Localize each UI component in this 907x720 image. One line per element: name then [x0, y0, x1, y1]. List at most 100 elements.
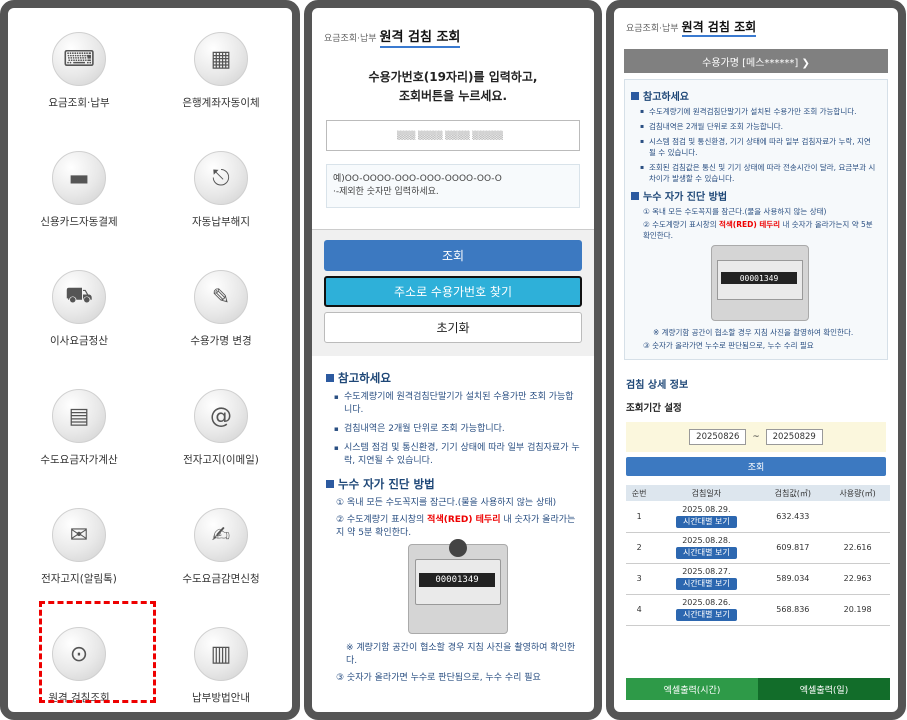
table-row: 4 2025.08.26. 시간대별 보기 568.836 20.198	[626, 594, 890, 626]
find-by-address-button[interactable]: 주소로 수용가번호 찾기	[324, 276, 582, 307]
menu-label: 은행계좌자동이체	[182, 97, 260, 109]
menu-item-self-calc[interactable]: ▤ 수도요금자가계산	[8, 381, 150, 500]
leak-step-1: ① 옥내 모든 수도꼭지를 잠근다.(물을 사용하지 않는 상태)	[336, 498, 557, 508]
leak-step-1: ① 옥내 모든 수도꼭지를 잠근다.(물을 사용하지 않는 상태)	[643, 207, 827, 216]
customer-number-input[interactable]: ▒▒▒ ▒▒▒▒ ▒▒▒▒ ▒▒▒▒▒	[326, 120, 580, 151]
inquiry-panel: 요금조회·납부 원격 검침 조회 수용가번호(19자리)를 입력하고, 조회버튼…	[304, 0, 602, 720]
reading-date: 2025.08.26.	[682, 598, 731, 607]
note-item: 검침내역은 2개월 단위로 조회 가능합니다.	[334, 423, 580, 436]
notes-title: 참고하세요	[631, 88, 877, 103]
usage-value: 22.963	[825, 563, 890, 595]
usage-value	[825, 501, 890, 533]
table-header-row: 순번 검침일자 검침값(㎥) 사용량(㎥)	[626, 485, 890, 501]
menu-label: 전자고지(알림톡)	[41, 573, 117, 585]
column-header: 검침일자	[652, 485, 761, 501]
menu-label: 납부방법안내	[192, 692, 250, 704]
truck-icon: ⛟	[52, 270, 106, 324]
example-box: 예)OO-OOOO-OOO-OOO-OOOO-OO-O ·-제외한 숫자만 입력…	[326, 164, 580, 208]
menu-panel: ⌨ 요금조회·납부 ▦ 은행계좌자동이체 ▬ 신용카드자동결제 ⎋ 자동납부해지 ⛟ 이사…	[0, 0, 300, 720]
customer-name-dropdown[interactable]: 수용가명 [메스******] ❯	[624, 49, 888, 73]
date-from-input[interactable]: 20250826	[689, 429, 747, 445]
notes-title: 참고하세요	[326, 370, 580, 386]
book-icon: ▥	[194, 627, 248, 681]
hourly-view-button[interactable]: 시간대별 보기	[676, 609, 737, 621]
menu-label: 이사요금정산	[50, 335, 108, 347]
date-to-input[interactable]: 20250829	[765, 429, 823, 445]
menu-item-moving-settlement[interactable]: ⛟ 이사요금정산	[8, 262, 150, 381]
page-title: 원격 검침 조회	[379, 26, 461, 48]
instruction-line: 수용가번호(19자리)를 입력하고,	[368, 70, 538, 84]
step-text: ② 수도계량기 표시창의	[336, 515, 428, 525]
leak-note: ※ 계량기함 공간이 협소할 경우 지침 사진을 촬영하여 확인한다.	[346, 643, 576, 666]
reading-value: 568.836	[760, 594, 826, 626]
meter-knob	[449, 539, 467, 557]
reading-date: 2025.08.29.	[682, 504, 731, 514]
menu-item-reduction-apply[interactable]: ✍ 수도요금감면신청	[150, 500, 292, 619]
reading-table: 순번 검침일자 검침값(㎥) 사용량(㎥) 1 2025.08.29. 시간대별 …	[626, 485, 890, 626]
menu-item-name-change[interactable]: ✎ 수용가명 변경	[150, 262, 292, 381]
date-separator: ~	[752, 432, 760, 442]
breadcrumb[interactable]: 요금조회·납부	[626, 21, 679, 34]
keyboard-icon: ⌨	[52, 32, 106, 86]
page-header: 요금조회·납부 원격 검침 조회	[312, 8, 594, 54]
leak-step-2: ② 수도계량기 표시창의 적색(RED) 테두리 내 숫자가 올라가는지 약 5…	[336, 514, 580, 540]
column-header: 검침값(㎥)	[760, 485, 826, 501]
hourly-view-button[interactable]: 시간대별 보기	[676, 515, 737, 528]
example-hint: ·-제외한 숫자만 입력하세요.	[333, 187, 439, 197]
usage-value: 20.198	[825, 594, 890, 626]
instruction-line: 조회버튼을 누르세요.	[398, 89, 508, 103]
menu-item-card-autopay[interactable]: ▬ 신용카드자동결제	[8, 143, 150, 262]
reading-date: 2025.08.28.	[682, 536, 731, 545]
row-number: 4	[626, 594, 653, 626]
talk-icon: ✉	[52, 508, 106, 562]
instruction: 수용가번호(19자리)를 입력하고, 조회버튼을 누르세요.	[312, 68, 594, 106]
menu-item-e-notice-email[interactable]: @ 전자고지(이메일)	[150, 381, 292, 500]
menu-label: 수도요금자가계산	[40, 454, 118, 466]
leak-note: ※ 계량기함 공간이 협소할 경우 지침 사진을 촬영하여 확인한다.	[653, 328, 854, 337]
menu-item-payment-guide[interactable]: ▥ 납부방법안내	[150, 619, 292, 712]
row-number: 3	[626, 563, 653, 595]
result-panel: 요금조회·납부 원격 검침 조회 수용가명 [메스******] ❯ 참고하세요…	[606, 0, 906, 720]
excel-hourly-button[interactable]: 엑셀출력(시간)	[626, 678, 758, 700]
reading-date: 2025.08.27.	[682, 567, 731, 576]
menu-item-cancel-autopay[interactable]: ⎋ 자동납부해지	[150, 143, 292, 262]
esc-key-icon: ⎋	[194, 151, 248, 205]
search-button[interactable]: 조회	[626, 457, 886, 476]
reading-value: 589.034	[760, 563, 826, 595]
search-button[interactable]: 조회	[324, 240, 582, 271]
menu-label: 수도요금감면신청	[182, 573, 260, 585]
credit-card-icon: ▬	[52, 151, 106, 205]
column-header: 순번	[626, 485, 653, 501]
menu-label: 수용가명 변경	[190, 335, 252, 347]
meter-digits: 00001349	[419, 573, 495, 587]
period-selector: 20250826 ~ 20250829	[626, 422, 886, 452]
notes-section: 참고하세요 수도계량기에 원격검침단말기가 설치된 수용가만 조회 가능합니다.…	[624, 79, 888, 360]
menu-item-bank-autopay[interactable]: ▦ 은행계좌자동이체	[150, 24, 292, 143]
excel-daily-button[interactable]: 엑셀출력(일)	[758, 678, 890, 700]
reading-date-cell: 2025.08.29. 시간대별 보기	[652, 501, 761, 533]
hourly-view-button[interactable]: 시간대별 보기	[676, 578, 737, 590]
meter-digits: 00001349	[721, 272, 797, 284]
calculator-icon: ▦	[194, 32, 248, 86]
menu-label: 전자고지(이메일)	[183, 454, 259, 466]
menu-label: 자동납부해지	[192, 216, 250, 228]
reset-button[interactable]: 초기화	[324, 312, 582, 343]
menu-item-bill-inquiry[interactable]: ⌨ 요금조회·납부	[8, 24, 150, 143]
row-number: 1	[626, 501, 653, 533]
excel-buttons: 엑셀출력(시간) 엑셀출력(일)	[626, 678, 890, 700]
table-row: 2 2025.08.28. 시간대별 보기 609.817 22.616	[626, 532, 890, 564]
note-item: 수도계량기에 원격검침단말기가 설치된 수용가만 조회 가능합니다.	[640, 106, 877, 117]
breadcrumb[interactable]: 요금조회·납부	[324, 31, 377, 44]
menu-label: 요금조회·납부	[48, 97, 110, 109]
note-item: 시스템 점검 및 통신환경, 기기 상태에 따라 일부 검침자료가 누락, 지연…	[334, 442, 580, 468]
page-header: 요금조회·납부 원격 검침 조회	[614, 8, 898, 41]
pen-icon: ✎	[194, 270, 248, 324]
detail-title: 검침 상세 정보	[626, 380, 689, 391]
period-title: 조회기간 설정	[626, 403, 682, 414]
hourly-view-button[interactable]: 시간대별 보기	[676, 547, 737, 559]
reading-value: 609.817	[760, 532, 826, 564]
example-text: 예)OO-OOOO-OOO-OOO-OOOO-OO-O	[333, 174, 502, 184]
column-header: 사용량(㎥)	[825, 485, 890, 501]
note-item: 시스템 점검 및 통신환경, 기기 상태에 따라 일부 검침자료가 누락, 지연…	[640, 136, 877, 158]
note-item: 검침내역은 2개월 단위로 조회 가능합니다.	[640, 121, 877, 132]
